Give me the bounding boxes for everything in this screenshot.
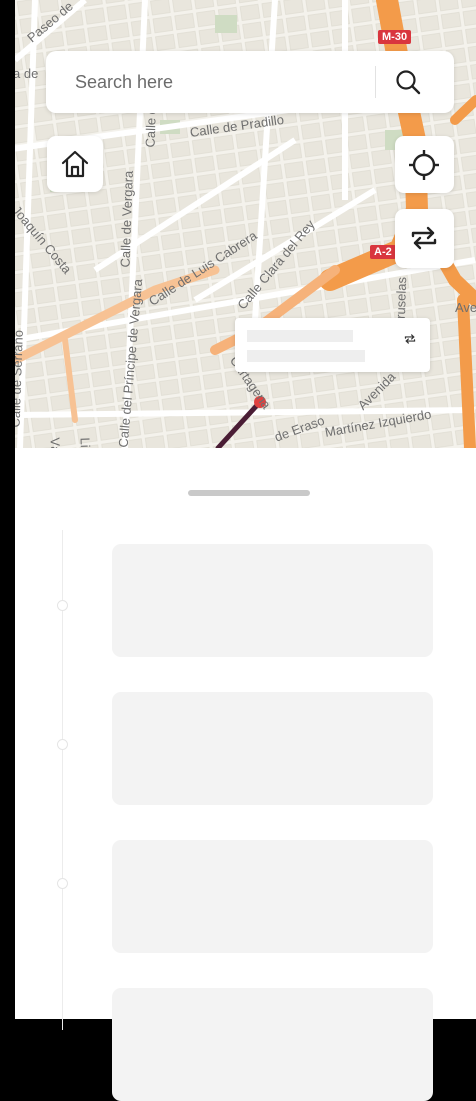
road-badge: M-30 [378, 30, 412, 44]
street-label: Ave [455, 300, 476, 315]
swap-icon [411, 226, 437, 250]
search-icon[interactable] [392, 66, 426, 100]
home-button[interactable] [47, 136, 103, 192]
street-label: Lisboa [78, 437, 94, 448]
timeline-dot [57, 878, 68, 889]
locate-button[interactable] [395, 136, 454, 193]
street-label: Vázquez [48, 437, 65, 448]
swap-button[interactable] [395, 209, 454, 268]
search-input[interactable]: Search here [75, 72, 173, 93]
left-edge [0, 0, 15, 1019]
swap-icon[interactable] [403, 332, 417, 346]
route-info-popup[interactable] [235, 318, 430, 372]
sheet-drag-handle[interactable] [188, 490, 310, 496]
skeleton-line [247, 330, 353, 342]
crosshair-icon [409, 150, 439, 180]
timeline-dot [57, 739, 68, 750]
loading-card [112, 988, 433, 1101]
home-icon [61, 150, 89, 178]
bottom-sheet [15, 448, 476, 1101]
road-badge: A-2 [370, 245, 396, 259]
loading-card [112, 544, 433, 657]
street-label: a de [15, 66, 39, 81]
search-divider [375, 66, 376, 98]
loading-card [112, 692, 433, 805]
timeline-dot [57, 600, 68, 611]
skeleton-line [247, 350, 365, 362]
search-bar[interactable]: Search here [46, 51, 454, 113]
loading-card [112, 840, 433, 953]
